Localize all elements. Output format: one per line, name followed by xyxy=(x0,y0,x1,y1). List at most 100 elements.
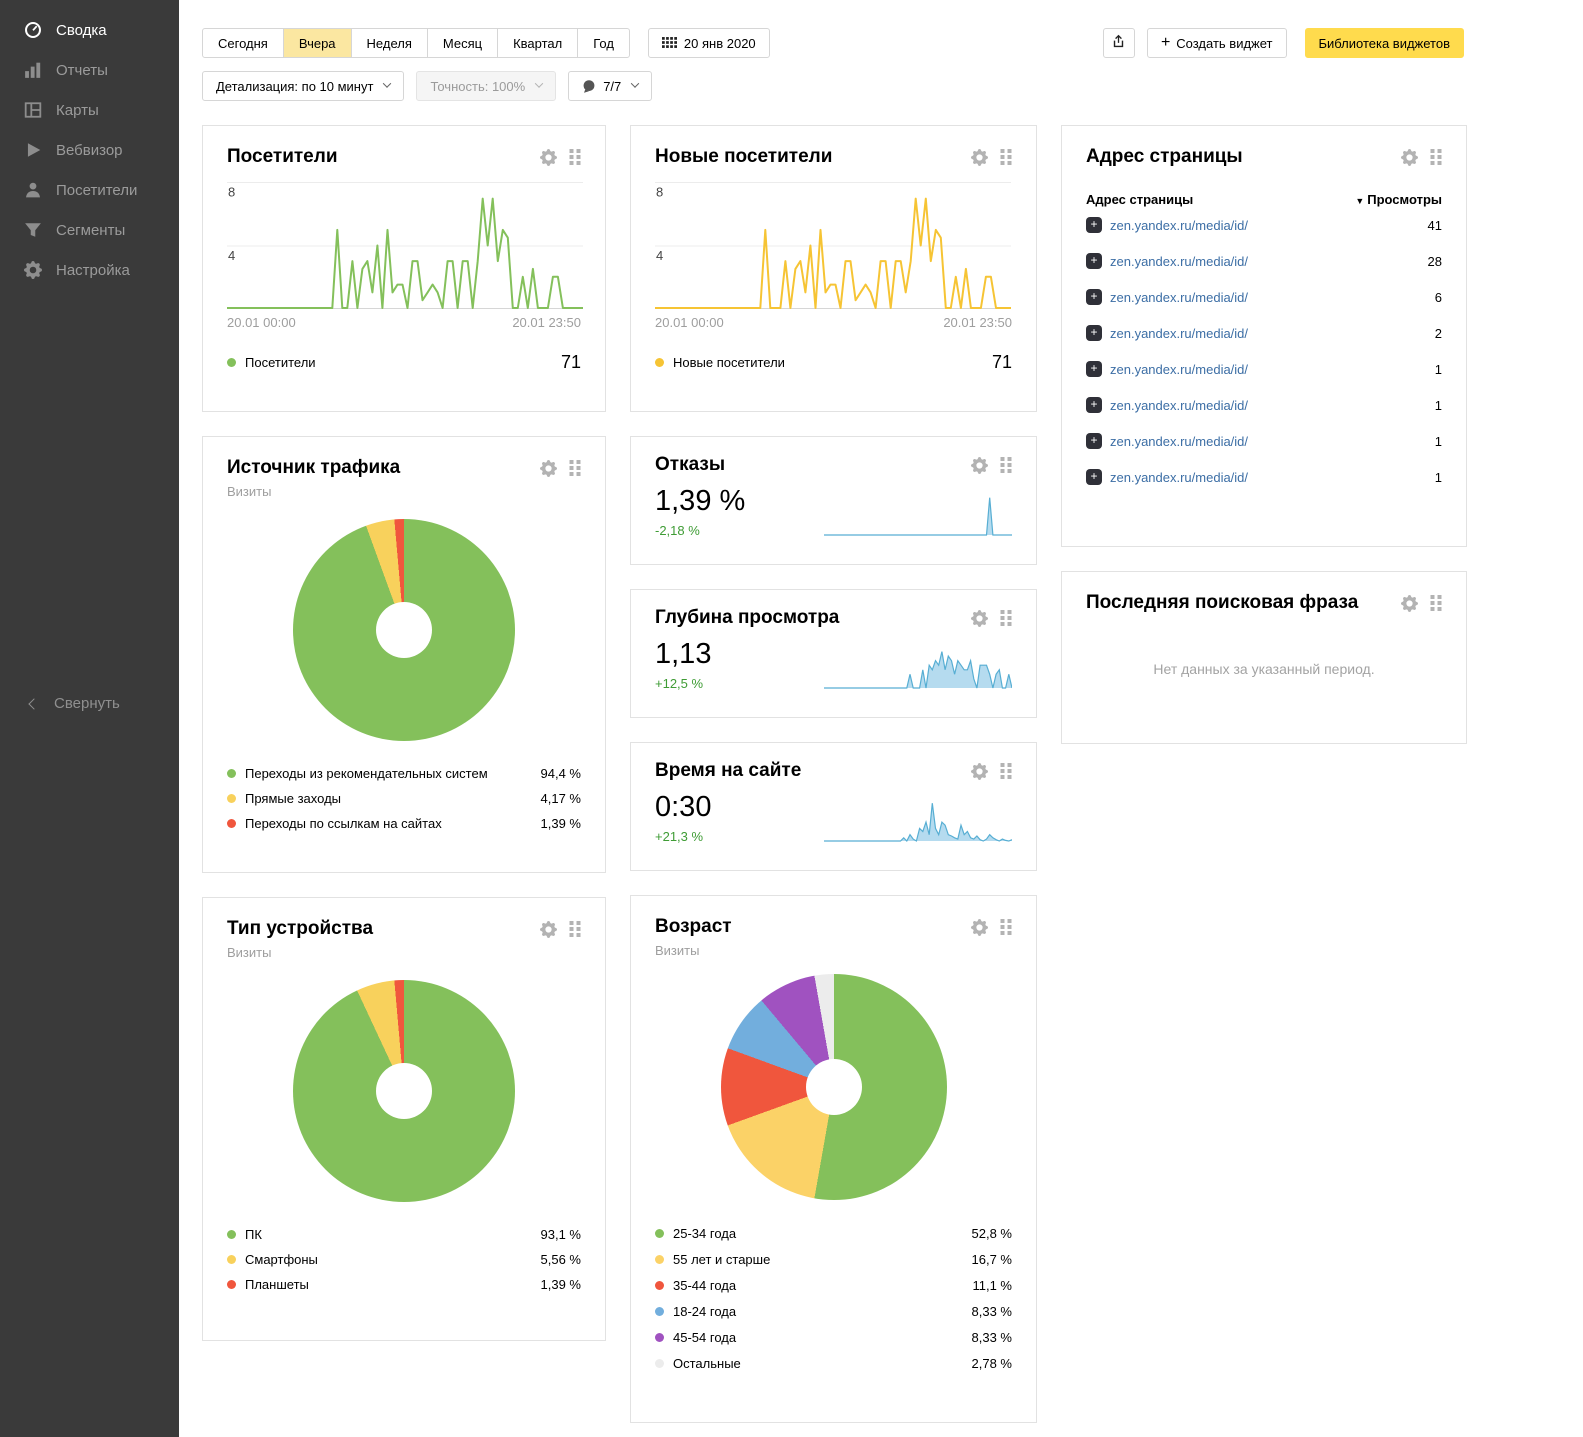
period-tab-3[interactable]: Неделя xyxy=(351,28,428,58)
legend-dot xyxy=(227,819,236,828)
main-content: СегодняВчераНеделяМесяцКварталГод 20 янв… xyxy=(179,0,1583,1437)
expand-url-icon[interactable]: + xyxy=(1086,433,1102,449)
widget-drag-handle-icon[interactable] xyxy=(1000,610,1012,626)
legend-label: Смартфоны xyxy=(245,1252,318,1267)
widget-title: Глубина просмотра xyxy=(655,607,971,629)
legend-value: 52,8 % xyxy=(972,1226,1012,1241)
expand-url-icon[interactable]: + xyxy=(1086,325,1102,341)
page-url-link[interactable]: zen.yandex.ru/media/id/ xyxy=(1110,470,1248,485)
x-axis-start-label: 20.01 00:00 xyxy=(655,315,724,330)
column-header-url[interactable]: Адрес страницы xyxy=(1086,192,1193,207)
expand-url-icon[interactable]: + xyxy=(1086,469,1102,485)
page-url-link[interactable]: zen.yandex.ru/media/id/ xyxy=(1110,290,1248,305)
sidebar-item-funnel[interactable]: Сегменты xyxy=(0,210,179,250)
legend-label: 25-34 года xyxy=(673,1226,736,1241)
sidebar-item-layout[interactable]: Карты xyxy=(0,90,179,130)
x-axis-labels: 20.01 00:0020.01 23:50 xyxy=(655,315,1012,330)
sidebar-nav: СводкаОтчетыКартыВебвизорПосетители Сегме… xyxy=(0,0,179,290)
page-url-link[interactable]: zen.yandex.ru/media/id/ xyxy=(1110,434,1248,449)
plus-icon: + xyxy=(1161,35,1170,51)
legend-dot xyxy=(655,1255,664,1264)
widget-drag-handle-icon[interactable] xyxy=(569,149,581,165)
chart-legend: Посетители71 xyxy=(227,352,581,373)
widget-drag-handle-icon[interactable] xyxy=(1000,457,1012,473)
legend-dot xyxy=(655,1359,664,1368)
legend-value: 1,39 % xyxy=(541,816,581,831)
views-value: 1 xyxy=(1435,470,1442,485)
toolbar-row-2: Детализация: по 10 минут Точность: 100% … xyxy=(202,71,1583,101)
widget-settings-gear-icon[interactable] xyxy=(1401,149,1418,166)
widget-subtitle: Визиты xyxy=(227,945,581,960)
table-row: + zen.yandex.ru/media/id/1 xyxy=(1086,423,1442,459)
detalization-label: Детализация: по 10 минут xyxy=(216,79,373,94)
legend-label: Планшеты xyxy=(245,1277,309,1292)
widget-drag-handle-icon[interactable] xyxy=(1430,595,1442,611)
detalization-dropdown[interactable]: Детализация: по 10 минут xyxy=(202,71,404,101)
widget-settings-gear-icon[interactable] xyxy=(971,763,988,780)
sidebar-item-bar-chart[interactable]: Отчеты xyxy=(0,50,179,90)
create-widget-label: Создать виджет xyxy=(1176,36,1272,51)
page-url-link[interactable]: zen.yandex.ru/media/id/ xyxy=(1110,254,1248,269)
legend-dot xyxy=(227,1280,236,1289)
sidebar-item-label: Сегменты xyxy=(56,222,125,239)
sidebar-item-gear[interactable]: Настройка xyxy=(0,250,179,290)
widget-settings-gear-icon[interactable] xyxy=(540,460,557,477)
widget-library-button[interactable]: Библиотека виджетов xyxy=(1305,28,1465,58)
legend-label: 35-44 года xyxy=(673,1278,736,1293)
pie-legend-row: Прямые заходы4,17 % xyxy=(227,786,581,811)
date-picker-label: 20 янв 2020 xyxy=(684,36,756,51)
widget-settings-gear-icon[interactable] xyxy=(971,457,988,474)
page-url-link[interactable]: zen.yandex.ru/media/id/ xyxy=(1110,362,1248,377)
date-picker-button[interactable]: 20 янв 2020 xyxy=(648,28,770,58)
column-header-views[interactable]: ▼Просмотры xyxy=(1355,192,1442,207)
period-tab-1[interactable]: Сегодня xyxy=(202,28,284,58)
x-axis-end-label: 20.01 23:50 xyxy=(512,315,581,330)
period-tab-5[interactable]: Квартал xyxy=(497,28,578,58)
sidebar-item-play[interactable]: Вебвизор xyxy=(0,130,179,170)
views-value: 1 xyxy=(1435,434,1442,449)
widget-title: Новые посетители xyxy=(655,146,971,168)
page-url-link[interactable]: zen.yandex.ru/media/id/ xyxy=(1110,398,1248,413)
expand-url-icon[interactable]: + xyxy=(1086,397,1102,413)
page-url-link[interactable]: zen.yandex.ru/media/id/ xyxy=(1110,326,1248,341)
svg-text:8: 8 xyxy=(656,185,663,200)
expand-url-icon[interactable]: + xyxy=(1086,361,1102,377)
widget-depth: Глубина просмотра 1,13 +12,5 % xyxy=(630,589,1037,718)
widget-settings-gear-icon[interactable] xyxy=(971,149,988,166)
widget-settings-gear-icon[interactable] xyxy=(540,921,557,938)
sidebar-collapse-button[interactable]: Свернуть xyxy=(0,695,120,712)
page-url-link[interactable]: zen.yandex.ru/media/id/ xyxy=(1110,218,1248,233)
comments-dropdown[interactable]: 7/7 xyxy=(568,71,652,101)
table-row: +zen.yandex.ru/media/id/2 xyxy=(1086,315,1442,351)
expand-url-icon[interactable]: + xyxy=(1086,217,1102,233)
legend-dot xyxy=(655,1307,664,1316)
sidebar-item-person[interactable]: Посетители xyxy=(0,170,179,210)
create-widget-button[interactable]: + Создать виджет xyxy=(1147,28,1287,58)
widget-drag-handle-icon[interactable] xyxy=(1000,919,1012,935)
legend-value: 93,1 % xyxy=(541,1227,581,1242)
bar-chart-icon xyxy=(24,61,42,79)
widget-settings-gear-icon[interactable] xyxy=(971,919,988,936)
sidebar-item-speedometer[interactable]: Сводка xyxy=(0,10,179,50)
accuracy-dropdown[interactable]: Точность: 100% xyxy=(416,71,556,101)
widget-settings-gear-icon[interactable] xyxy=(1401,595,1418,612)
widget-drag-handle-icon[interactable] xyxy=(569,921,581,937)
export-button[interactable] xyxy=(1103,28,1135,58)
widget-title: Возраст xyxy=(655,916,971,938)
widget-drag-handle-icon[interactable] xyxy=(569,460,581,476)
widget-drag-handle-icon[interactable] xyxy=(1000,149,1012,165)
expand-url-icon[interactable]: + xyxy=(1086,253,1102,269)
depth-sparkline xyxy=(824,645,1012,689)
expand-url-icon[interactable]: + xyxy=(1086,289,1102,305)
person-icon xyxy=(24,181,42,199)
widget-drag-handle-icon[interactable] xyxy=(1430,149,1442,165)
sort-desc-icon: ▼ xyxy=(1355,196,1364,206)
period-tab-6[interactable]: Год xyxy=(577,28,630,58)
legend-label: ПК xyxy=(245,1227,262,1242)
legend-label: Прямые заходы xyxy=(245,791,341,806)
widget-settings-gear-icon[interactable] xyxy=(540,149,557,166)
widget-drag-handle-icon[interactable] xyxy=(1000,763,1012,779)
period-tab-4[interactable]: Месяц xyxy=(427,28,498,58)
period-tab-2[interactable]: Вчера xyxy=(283,28,352,58)
widget-settings-gear-icon[interactable] xyxy=(971,610,988,627)
